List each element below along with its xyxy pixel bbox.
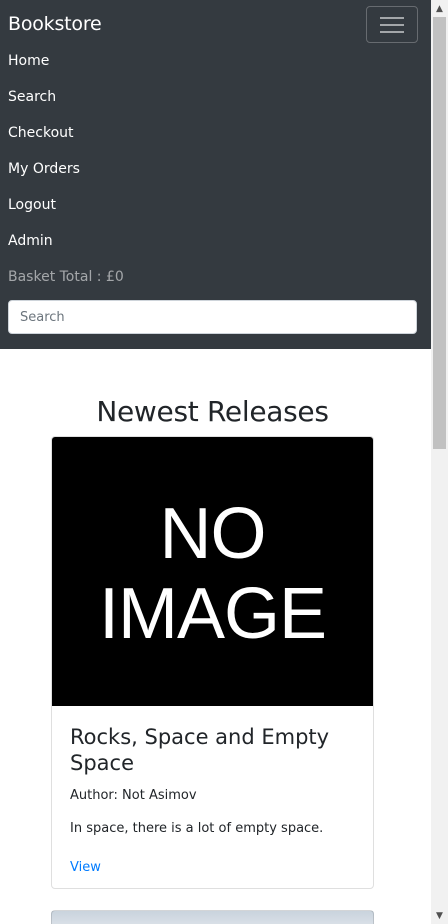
book-description: In space, there is a lot of empty space. bbox=[70, 821, 324, 836]
search-input[interactable] bbox=[8, 300, 417, 334]
view-book-link[interactable]: View bbox=[70, 860, 101, 875]
book-cover-image: NO IMAGE bbox=[52, 437, 373, 706]
scrollbar-thumb[interactable] bbox=[433, 17, 446, 449]
scroll-up-arrow-icon[interactable]: ▲ bbox=[431, 0, 448, 17]
nav-item-my-orders[interactable]: My Orders bbox=[8, 160, 124, 196]
nav-item-admin[interactable]: Admin bbox=[8, 232, 124, 268]
section-title: Newest Releases bbox=[96, 395, 329, 428]
cover-placeholder-text: NO bbox=[159, 493, 267, 574]
brand-logo[interactable]: Bookstore bbox=[8, 13, 102, 35]
book-title: Rocks, Space and Empty Space bbox=[70, 725, 330, 775]
book-author: Author: Not Asimov bbox=[70, 788, 197, 803]
page-viewport: Bookstore Home Search Checkout My Orders… bbox=[0, 0, 431, 924]
nav-menu: Home Search Checkout My Orders Logout Ad… bbox=[8, 52, 124, 304]
nav-item-logout[interactable]: Logout bbox=[8, 196, 124, 232]
book-card: NO IMAGE Rocks, Space and Empty Space Au… bbox=[51, 436, 374, 889]
vertical-scrollbar[interactable]: ▲ ▼ bbox=[431, 0, 448, 924]
navbar-toggler-button[interactable] bbox=[366, 6, 418, 43]
navbar: Bookstore Home Search Checkout My Orders… bbox=[0, 0, 431, 349]
nav-item-home[interactable]: Home bbox=[8, 52, 124, 88]
cover-placeholder-text: IMAGE bbox=[98, 573, 327, 654]
hamburger-icon bbox=[380, 16, 404, 34]
basket-total: Basket Total : £0 bbox=[8, 269, 124, 285]
book-card-body: Rocks, Space and Empty Space Author: Not… bbox=[52, 706, 373, 875]
scroll-down-arrow-icon[interactable]: ▼ bbox=[431, 907, 448, 924]
book-card bbox=[51, 910, 374, 924]
nav-item-checkout[interactable]: Checkout bbox=[8, 124, 124, 160]
nav-item-search[interactable]: Search bbox=[8, 88, 124, 124]
